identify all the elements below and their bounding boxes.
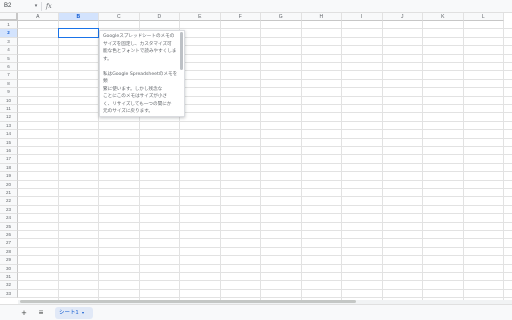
cell-note-popup[interactable]: Googleスプレッドシートのメモの サイズを固定し、カスタマイズ可 能な色とフ… (99, 30, 185, 117)
row-header-9[interactable]: 9 (0, 88, 18, 97)
row-header-23[interactable]: 23 (0, 205, 18, 215)
column-headers: ABCDEFGHIJKL (18, 13, 512, 21)
row-header-14[interactable]: 14 (0, 130, 18, 139)
row-gridline (18, 238, 512, 240)
row-header-19[interactable]: 19 (0, 172, 18, 181)
row-gridline (18, 154, 512, 156)
note-scrollbar[interactable] (180, 32, 183, 70)
row-header-5[interactable]: 5 (0, 54, 18, 63)
add-sheet-icon[interactable]: + (18, 307, 30, 319)
row-header-20[interactable]: 20 (0, 180, 18, 189)
row-header-7[interactable]: 7 (0, 71, 18, 80)
name-box-dropdown-icon[interactable]: ▾ (32, 1, 40, 12)
column-header-h[interactable]: H (301, 13, 342, 21)
cell-area[interactable] (18, 21, 512, 300)
row-header-29[interactable]: 29 (0, 256, 18, 265)
row-header-3[interactable]: 3 (0, 37, 18, 47)
row-gridline (18, 255, 512, 257)
row-gridline (18, 104, 512, 105)
formula-bar-divider (41, 2, 42, 11)
row-header-1[interactable]: 1 (0, 21, 18, 30)
active-cell[interactable] (57, 28, 99, 38)
row-header-25[interactable]: 25 (0, 222, 18, 231)
row-gridline (18, 179, 512, 181)
row-header-12[interactable]: 12 (0, 113, 18, 122)
column-header-l[interactable]: L (463, 13, 504, 21)
row-header-33[interactable]: 33 (0, 289, 18, 299)
row-gridline (18, 221, 512, 223)
row-gridline (18, 272, 512, 273)
all-sheets-menu-icon[interactable]: ≡ (35, 307, 47, 319)
row-header-10[interactable]: 10 (0, 96, 18, 105)
row-header-28[interactable]: 28 (0, 247, 18, 257)
column-header-g[interactable]: G (261, 13, 302, 21)
row-header-26[interactable]: 26 (0, 231, 18, 240)
row-gridline (18, 297, 512, 299)
sheet-tab-label: シート1 (59, 310, 79, 316)
spreadsheet-grid: ABCDEFGHIJKL 1 2 3 4 5 6 7 8 9 10 11 12 13 14 15 16 17 18… (0, 13, 512, 300)
row-gridline (18, 53, 512, 55)
row-header-15[interactable]: 15 (0, 138, 18, 147)
row-gridline (18, 188, 512, 189)
sheet-tab-dropdown-icon[interactable]: ▾ (82, 307, 90, 319)
row-gridline (18, 213, 512, 215)
row-header-18[interactable]: 18 (0, 163, 18, 173)
row-gridline (18, 45, 512, 47)
horizontal-scrollbar-thumb[interactable] (20, 300, 356, 303)
row-gridline (18, 70, 512, 72)
row-header-6[interactable]: 6 (0, 63, 18, 72)
row-gridline (18, 62, 512, 63)
row-gridline (18, 129, 512, 131)
column-header-d[interactable]: D (139, 13, 180, 21)
row-gridline (18, 280, 512, 282)
column-header-k[interactable]: K (423, 13, 464, 21)
row-gridline (18, 120, 512, 122)
column-header-c[interactable]: C (99, 13, 140, 21)
row-header-27[interactable]: 27 (0, 239, 18, 248)
note-text[interactable]: Googleスプレッドシートのメモの サイズを固定し、カスタマイズ可 能な色とフ… (103, 33, 179, 116)
row-header-2[interactable]: 2 (0, 29, 18, 38)
row-header-31[interactable]: 31 (0, 273, 18, 282)
row-gridline (18, 288, 512, 290)
row-gridline (18, 230, 512, 231)
row-header-24[interactable]: 24 (0, 214, 18, 223)
row-gridline (18, 204, 512, 206)
row-gridline (18, 246, 512, 248)
column-header-f[interactable]: F (220, 13, 261, 21)
column-header-a[interactable]: A (18, 13, 59, 21)
row-gridline (18, 162, 512, 164)
row-gridline (18, 171, 512, 173)
row-header-4[interactable]: 4 (0, 46, 18, 55)
row-header-32[interactable]: 32 (0, 281, 18, 290)
row-gridline (18, 146, 512, 147)
sheet-tab-bar: + ≡ シート1 ▾ (0, 304, 512, 320)
fx-icon: fx (46, 3, 52, 10)
row-gridline (18, 112, 512, 114)
select-all-corner[interactable] (0, 13, 18, 21)
formula-bar: B2 ▾ fx (0, 0, 512, 13)
formula-input[interactable] (58, 1, 510, 12)
column-header-i[interactable]: I (342, 13, 383, 21)
row-gridline (18, 263, 512, 265)
row-header-13[interactable]: 13 (0, 121, 18, 131)
row-gridline (18, 95, 512, 97)
row-header-21[interactable]: 21 (0, 189, 18, 198)
column-header-e[interactable]: E (180, 13, 221, 21)
row-header-17[interactable]: 17 (0, 155, 18, 164)
column-header-b[interactable]: B (58, 13, 99, 21)
row-gridline (18, 78, 512, 80)
row-header-30[interactable]: 30 (0, 264, 18, 273)
row-gridline (18, 137, 512, 139)
row-header-22[interactable]: 22 (0, 197, 18, 206)
row-header-8[interactable]: 8 (0, 79, 18, 89)
row-gridline (18, 87, 512, 89)
row-gridline (18, 196, 512, 198)
row-header-16[interactable]: 16 (0, 147, 18, 156)
column-header-j[interactable]: J (382, 13, 423, 21)
row-header-11[interactable]: 11 (0, 105, 18, 114)
